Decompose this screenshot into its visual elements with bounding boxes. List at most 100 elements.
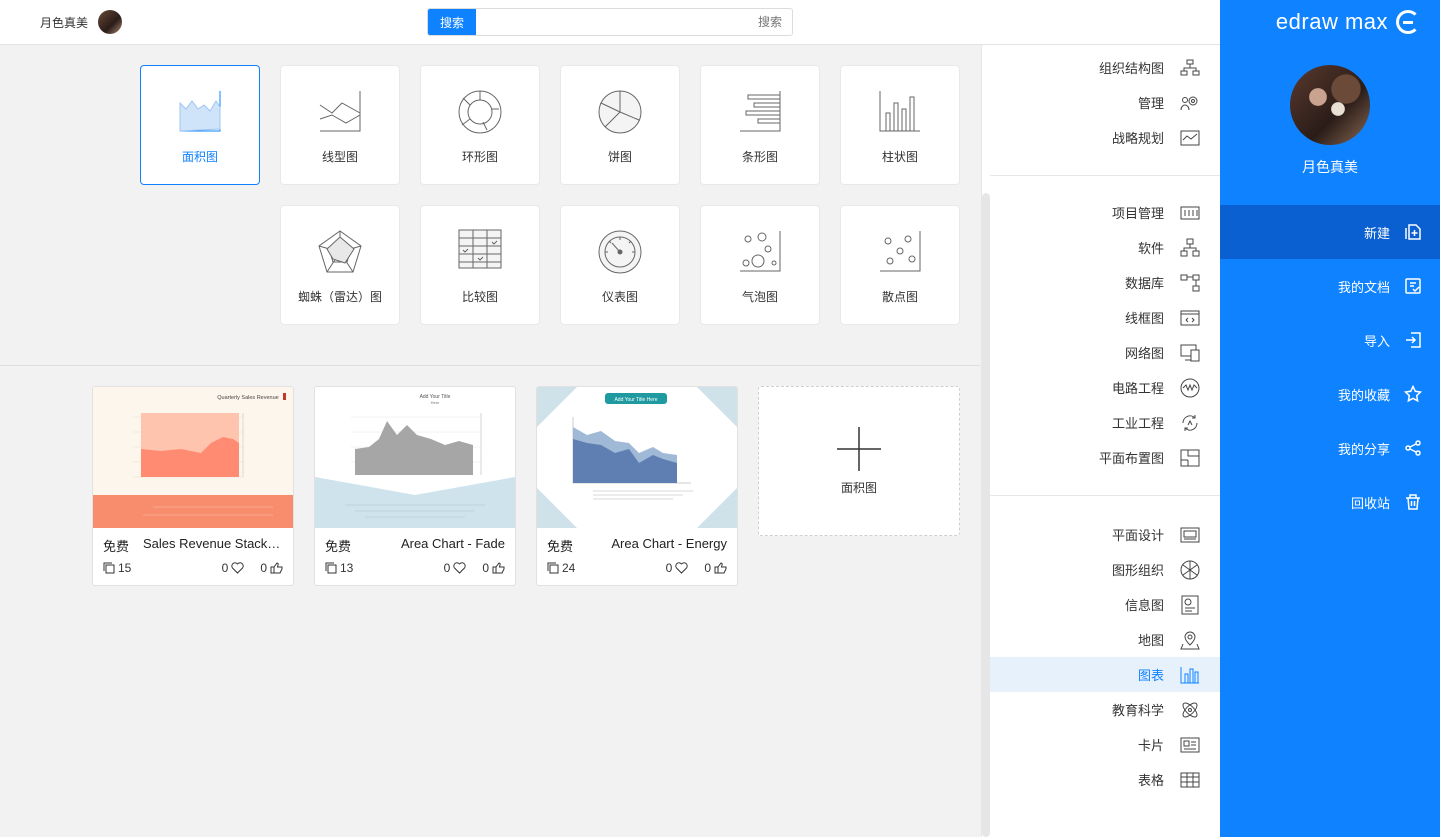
thumb-title: Add Your Title Here xyxy=(614,397,657,403)
plus-icon xyxy=(837,427,881,471)
category-item[interactable]: 地图 xyxy=(990,622,1220,657)
template-title: Area Chart - Energy xyxy=(611,536,727,551)
category-item[interactable]: 项目管理 xyxy=(990,195,1220,230)
chart-type-panel: 柱状图 条形图 饼图 环形图 线型图 面积图 散点图 气泡图 仪表图 比较图 蜘… xyxy=(0,45,980,366)
graphic-design-icon xyxy=(1180,525,1200,545)
category-item[interactable]: 表格 xyxy=(990,762,1220,797)
graphic-organizer-icon xyxy=(1180,560,1200,580)
category-item[interactable]: 信息图 xyxy=(990,587,1220,622)
app-logo[interactable]: edraw max xyxy=(1276,9,1420,35)
tile-label: 饼图 xyxy=(607,150,632,164)
bar-chart-icon xyxy=(879,91,920,132)
category-item[interactable]: 教育科学 xyxy=(990,692,1220,727)
category-label: 图形组织 xyxy=(1111,563,1164,578)
thumb-subtitle: Here xyxy=(431,400,440,405)
category-item[interactable]: 平面布置图 xyxy=(990,440,1220,475)
avatar[interactable] xyxy=(98,10,123,34)
search-input[interactable] xyxy=(476,9,792,35)
category-item[interactable]: 战略规划 xyxy=(990,120,1220,155)
like-stat[interactable]: 0 xyxy=(704,561,727,575)
sidebar-item-import[interactable]: 导入 xyxy=(1220,313,1440,367)
top-user-name: 月色真美 xyxy=(40,15,89,30)
category-item[interactable]: 平面设计 xyxy=(990,517,1220,552)
radar-icon xyxy=(318,230,362,273)
tile-gauge-chart[interactable]: 仪表图 xyxy=(560,205,680,325)
sidebar-nav: 新建 我的文档 导入 我的收藏 我的分享 回收站 xyxy=(1220,205,1440,529)
tile-comparison-chart[interactable]: 比较图 xyxy=(420,205,540,325)
category-item[interactable]: 卡片 xyxy=(990,727,1220,762)
tile-scatter-chart[interactable]: 散点图 xyxy=(840,205,960,325)
template-card[interactable]: Add Your Title Here 免费 Area Chart - Ener… xyxy=(536,386,738,586)
tile-label: 线型图 xyxy=(321,150,358,164)
category-group-3: 平面设计 图形组织 信息图 地图 图表 教育科学 卡片 表格 xyxy=(990,517,1220,807)
favorite-stat[interactable]: 0 xyxy=(444,561,467,575)
tile-area-chart[interactable]: 面积图 xyxy=(140,65,260,185)
tile-line-chart[interactable]: 线型图 xyxy=(280,65,400,185)
user-name: 月色真美 xyxy=(1302,159,1358,175)
logo-icon xyxy=(1396,10,1420,34)
copies-stat[interactable]: 13 xyxy=(325,561,353,575)
template-thumbnail: Quarterly Sales Revenue xyxy=(93,387,293,528)
likes-count: 0 xyxy=(482,561,489,575)
category-item[interactable]: 图形组织 xyxy=(990,552,1220,587)
tile-donut-chart[interactable]: 环形图 xyxy=(420,65,540,185)
tile-bar-chart[interactable]: 柱状图 xyxy=(840,65,960,185)
category-label: 教育科学 xyxy=(1111,703,1164,718)
sidebar-item-label: 我的文档 xyxy=(1337,279,1390,295)
category-item[interactable]: 线框图 xyxy=(990,300,1220,335)
tile-label: 环形图 xyxy=(461,150,498,164)
category-item[interactable]: 组织结构图 xyxy=(990,50,1220,85)
table-icon xyxy=(1180,770,1200,790)
tile-label: 仪表图 xyxy=(601,290,638,304)
copies-stat[interactable]: 24 xyxy=(547,561,575,575)
thumb-up-icon xyxy=(492,562,505,574)
share-icon xyxy=(1404,439,1422,457)
org-chart-icon xyxy=(1180,58,1200,78)
category-item[interactable]: 电路工程 xyxy=(990,370,1220,405)
category-item[interactable]: 数据库 xyxy=(990,265,1220,300)
category-item[interactable]: 管理 xyxy=(990,85,1220,120)
favorite-stat[interactable]: 0 xyxy=(666,561,689,575)
like-stat[interactable]: 0 xyxy=(260,561,283,575)
tile-bubble-chart[interactable]: 气泡图 xyxy=(700,205,820,325)
sidebar-item-my-documents[interactable]: 我的文档 xyxy=(1220,259,1440,313)
template-card[interactable]: Add Your Title Here 免费 Area Chart - Fade… xyxy=(314,386,516,586)
template-card[interactable]: Quarterly Sales Revenue 免费 Sales Revenue… xyxy=(92,386,294,586)
floor-plan-icon xyxy=(1180,448,1200,468)
tile-horizontal-bar[interactable]: 条形图 xyxy=(700,65,820,185)
tile-pie-chart[interactable]: 饼图 xyxy=(560,65,680,185)
sidebar-item-favorites[interactable]: 我的收藏 xyxy=(1220,367,1440,421)
category-item[interactable]: 网络图 xyxy=(990,335,1220,370)
template-thumbnail: Add Your Title Here xyxy=(315,387,515,528)
sidebar-item-new[interactable]: 新建 xyxy=(1220,205,1440,259)
scatter-icon xyxy=(880,231,921,272)
thumb-up-icon xyxy=(714,562,727,574)
copy-icon xyxy=(547,562,559,574)
template-price: 免费 xyxy=(325,539,352,554)
scrollbar[interactable] xyxy=(982,193,990,837)
sidebar-item-shares[interactable]: 我的分享 xyxy=(1220,421,1440,475)
category-item[interactable]: 工业工程 xyxy=(990,405,1220,440)
category-item-active[interactable]: 图表 xyxy=(990,657,1220,692)
new-blank-card[interactable]: 面积图 xyxy=(758,386,960,536)
tile-label: 柱状图 xyxy=(881,150,918,164)
tile-radar-chart[interactable]: 蜘蛛（雷达）图 xyxy=(280,205,400,325)
category-label: 数据库 xyxy=(1124,276,1164,291)
user-avatar[interactable] xyxy=(1290,65,1370,145)
like-stat[interactable]: 0 xyxy=(482,561,505,575)
likes-count: 0 xyxy=(704,561,711,575)
tile-label: 比较图 xyxy=(461,290,498,304)
top-user[interactable]: 月色真美 xyxy=(40,10,123,34)
trash-icon xyxy=(1404,493,1422,511)
sidebar-item-recycle-bin[interactable]: 回收站 xyxy=(1220,475,1440,529)
category-item[interactable]: 软件 xyxy=(990,230,1220,265)
donut-chart-icon xyxy=(458,90,502,134)
new-card-label: 面积图 xyxy=(840,481,877,495)
heart-icon xyxy=(453,562,466,574)
copies-stat[interactable]: 15 xyxy=(103,561,131,575)
infographic-icon xyxy=(1180,595,1200,615)
thumb-up-icon xyxy=(270,562,283,574)
category-label: 平面设计 xyxy=(1111,528,1164,543)
favorite-stat[interactable]: 0 xyxy=(222,561,245,575)
search-button[interactable]: 搜索 xyxy=(428,9,476,35)
